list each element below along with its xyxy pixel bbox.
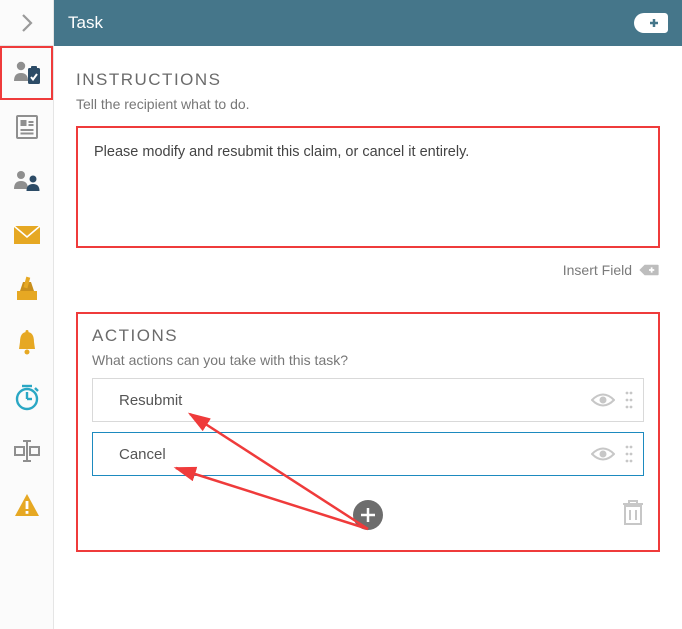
main-panel: Task INSTRUCTIONS Tell the recipient wha… [54, 0, 682, 629]
plus-icon [360, 507, 376, 523]
warning-icon [14, 493, 40, 517]
tag-icon [638, 263, 660, 277]
team-icon [12, 169, 42, 193]
add-tag-button[interactable] [634, 13, 668, 33]
actions-heading: ACTIONS [92, 326, 644, 346]
sidebar-item-mail[interactable] [0, 208, 53, 262]
visibility-icon[interactable] [591, 446, 615, 462]
sidebar [0, 0, 54, 629]
mail-icon [13, 225, 41, 245]
action-item[interactable]: Resubmit [92, 378, 644, 422]
sidebar-item-ballot[interactable] [0, 262, 53, 316]
sidebar-item-team[interactable] [0, 154, 53, 208]
sidebar-item-task[interactable] [0, 46, 53, 100]
visibility-icon[interactable] [591, 392, 615, 408]
bell-icon [15, 330, 39, 356]
actions-section: ACTIONS What actions can you take with t… [76, 312, 660, 552]
instructions-section: INSTRUCTIONS Tell the recipient what to … [76, 70, 660, 278]
instructions-subtext: Tell the recipient what to do. [76, 96, 660, 112]
action-item[interactable]: Cancel [92, 432, 644, 476]
sidebar-item-timer[interactable] [0, 370, 53, 424]
instructions-heading: INSTRUCTIONS [76, 70, 660, 90]
sidebar-item-bell[interactable] [0, 316, 53, 370]
sidebar-item-cursor[interactable] [0, 424, 53, 478]
sidebar-item-form[interactable] [0, 100, 53, 154]
panel-title: Task [68, 13, 103, 33]
timer-icon [13, 383, 41, 411]
sidebar-item-warning[interactable] [0, 478, 53, 532]
instructions-body: Please modify and resubmit this claim, o… [94, 144, 469, 160]
chevron-right-icon [20, 13, 34, 33]
insert-field-button[interactable]: Insert Field [563, 262, 632, 278]
tag-plus-icon [636, 14, 666, 32]
drag-handle-icon[interactable] [625, 444, 633, 464]
task-icon [12, 59, 42, 87]
action-label: Resubmit [119, 392, 182, 409]
form-icon [14, 114, 40, 140]
ballot-icon [14, 276, 40, 302]
instructions-textarea[interactable]: Please modify and resubmit this claim, o… [76, 126, 660, 248]
delete-action-button[interactable] [622, 500, 644, 531]
add-action-button[interactable] [353, 500, 383, 530]
panel-header: Task [54, 0, 682, 46]
action-label: Cancel [119, 446, 166, 463]
sidebar-collapse-button[interactable] [0, 0, 53, 46]
drag-handle-icon[interactable] [625, 390, 633, 410]
cursor-icon [14, 440, 40, 462]
trash-icon [622, 500, 644, 526]
actions-subtext: What actions can you take with this task… [92, 352, 644, 368]
